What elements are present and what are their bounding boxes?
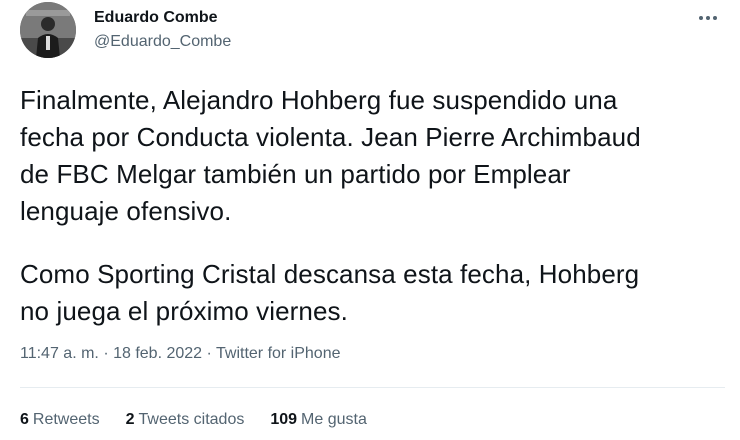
tweet-paragraph: Como Sporting Cristal descansa esta fech… <box>20 259 640 326</box>
quotes-stat[interactable]: 2 Tweets citados <box>126 411 245 429</box>
meta-separator: · <box>206 345 212 362</box>
retweets-count: 6 <box>20 411 29 428</box>
more-dots-icon <box>713 16 717 20</box>
tweet-meta: 11:47 a. m. · 18 feb. 2022 · Twitter for… <box>20 345 341 363</box>
likes-count: 109 <box>270 411 298 428</box>
retweets-stat[interactable]: 6 Retweets <box>20 411 100 429</box>
meta-separator: · <box>103 345 109 362</box>
tweet-time[interactable]: 11:47 a. m. <box>20 345 99 362</box>
author-handle[interactable]: @Eduardo_Combe <box>94 33 231 51</box>
quotes-label: Tweets citados <box>138 411 245 428</box>
avatar[interactable] <box>20 2 76 58</box>
tweet-paragraph: Finalmente, Alejandro Hohberg fue suspen… <box>20 85 641 226</box>
avatar-photo <box>20 2 76 58</box>
tweet-source[interactable]: Twitter for iPhone <box>216 345 341 362</box>
author-name[interactable]: Eduardo Combe <box>94 9 218 27</box>
tweet-stats: 6 Retweets 2 Tweets citados 109 Me gusta <box>20 411 367 429</box>
more-options-button[interactable] <box>693 6 723 30</box>
more-dots-icon <box>699 16 703 20</box>
quotes-count: 2 <box>125 411 135 428</box>
likes-stat[interactable]: 109 Me gusta <box>270 411 367 429</box>
divider <box>20 387 725 388</box>
tweet-date[interactable]: 18 feb. 2022 <box>113 345 202 362</box>
tweet-text: Finalmente, Alejandro Hohberg fue suspen… <box>20 82 720 330</box>
likes-label: Me gusta <box>301 411 367 428</box>
tweet-card: Eduardo Combe @Eduardo_Combe Finalmente,… <box>0 0 740 440</box>
more-dots-icon <box>706 16 710 20</box>
retweets-label: Retweets <box>32 411 100 428</box>
